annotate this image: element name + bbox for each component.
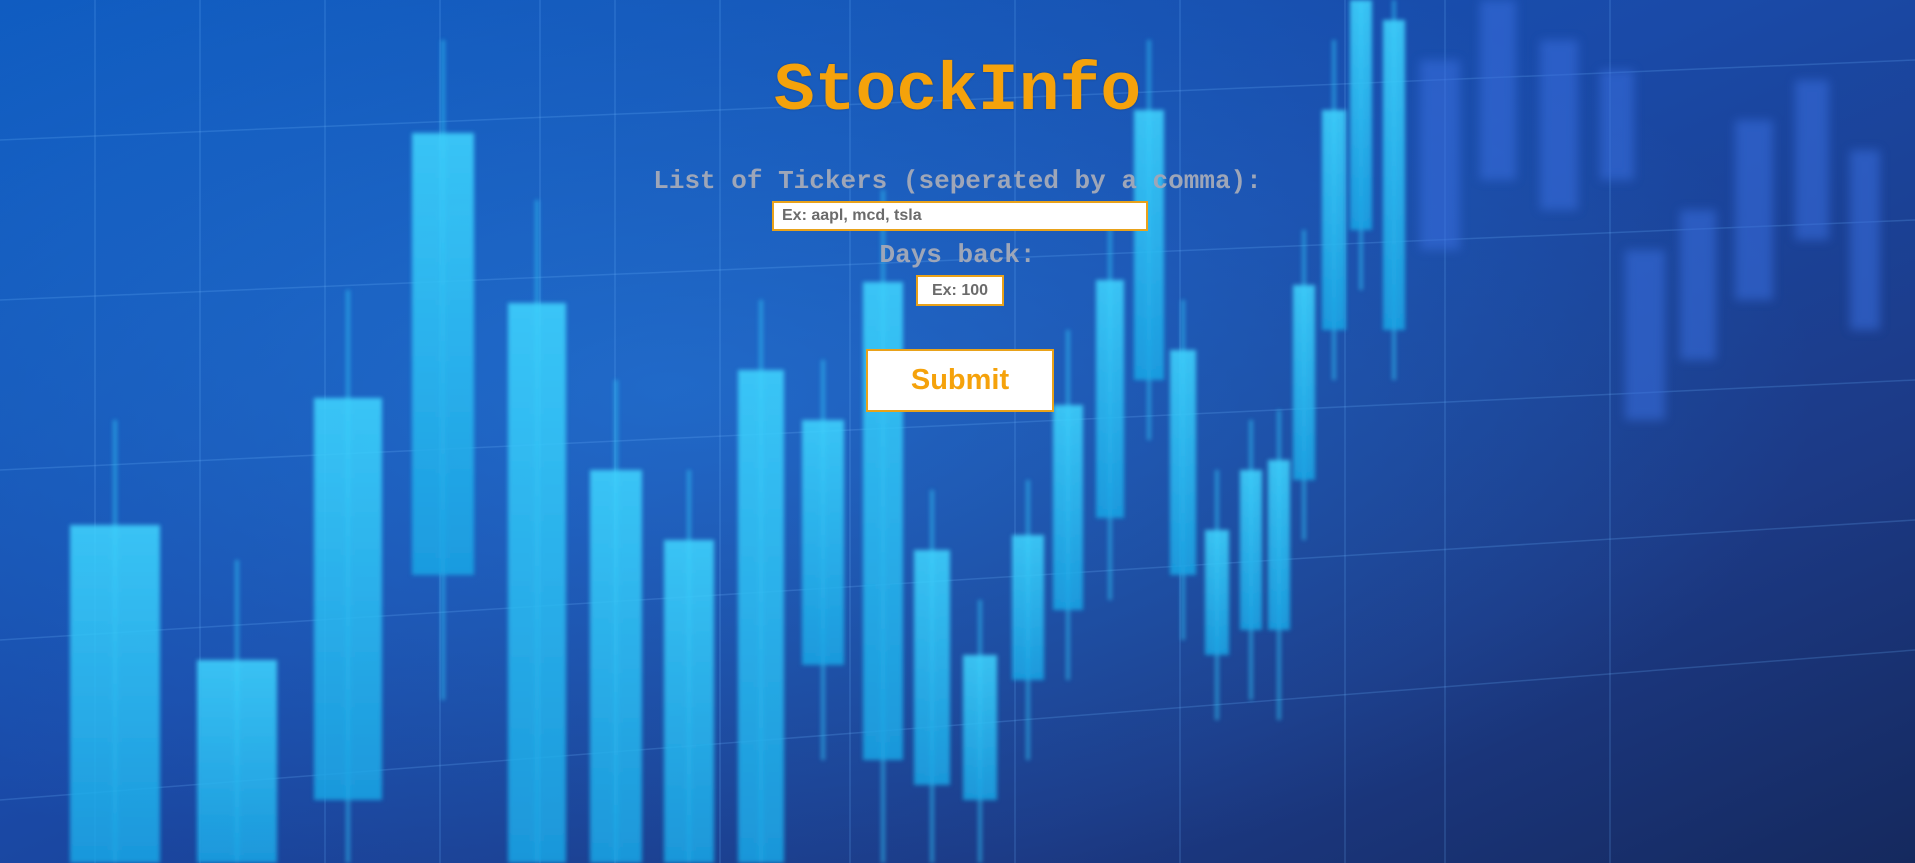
main-container: StockInfo List of Tickers (seperated by … [0, 0, 1915, 863]
days-back-input[interactable] [916, 275, 1004, 306]
tickers-input[interactable] [772, 201, 1148, 231]
days-back-label: Days back: [879, 240, 1036, 270]
page-title: StockInfo [773, 53, 1142, 130]
submit-button[interactable]: Submit [866, 349, 1054, 412]
tickers-label: List of Tickers (seperated by a comma): [653, 166, 1262, 196]
